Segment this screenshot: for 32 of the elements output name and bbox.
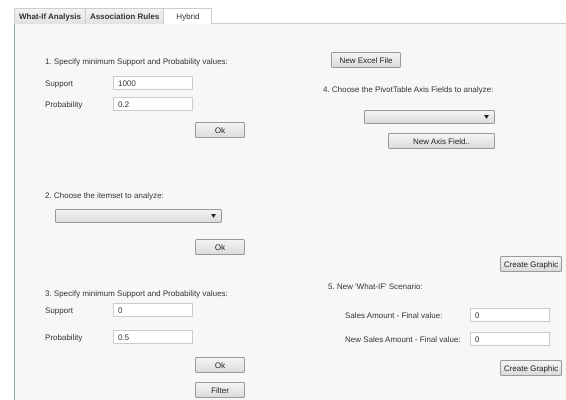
dropdown[interactable] bbox=[55, 209, 222, 223]
ok-button[interactable]: Ok bbox=[195, 239, 245, 255]
input-field[interactable]: 0 bbox=[113, 303, 193, 317]
field-label: Support bbox=[45, 78, 74, 88]
ok-button[interactable]: Ok bbox=[195, 122, 245, 138]
section-heading: 5. New 'What-IF' Scenario: bbox=[327, 282, 424, 291]
section-heading: 2. Choose the itemset to analyze: bbox=[45, 191, 165, 200]
field-label: Support bbox=[45, 306, 74, 314]
field-label: New Sales Amount - Final value: bbox=[345, 334, 462, 344]
input-field[interactable]: 1000 bbox=[113, 76, 193, 90]
tab[interactable]: Association Rules bbox=[84, 8, 164, 24]
tab[interactable]: What-If Analysis bbox=[14, 8, 86, 24]
button[interactable]: Ok bbox=[195, 357, 245, 373]
new-excel-file-button[interactable]: New Excel File bbox=[331, 52, 401, 68]
field-label: Probability bbox=[45, 100, 84, 108]
input-field[interactable]: 0.5 bbox=[113, 330, 193, 344]
section-heading: 3. Specify minimum Support and Probability values: bbox=[45, 289, 229, 298]
field-label: Sales Amount - Final value: bbox=[345, 310, 444, 320]
input-field[interactable]: 0 bbox=[470, 308, 550, 322]
section-heading: 1. Specify minimum Support and Probability values: bbox=[45, 57, 229, 66]
dropdown[interactable] bbox=[364, 110, 495, 124]
tab[interactable]: Hybrid bbox=[163, 8, 212, 24]
input-field[interactable]: 0.2 bbox=[113, 97, 193, 111]
field-label: Probability bbox=[45, 332, 84, 342]
input-field[interactable]: 0 bbox=[470, 332, 550, 346]
create-graphic-button[interactable]: Create Graphic bbox=[500, 256, 562, 272]
caret-icon bbox=[484, 115, 489, 119]
section-heading: 4. Choose the PivotTable Axis Fields to analyze: bbox=[322, 85, 494, 94]
caret-icon bbox=[211, 214, 216, 218]
new-axis-field-button[interactable]: New Axis Field.. bbox=[388, 133, 495, 149]
create-graphic-button[interactable]: Create Graphic bbox=[500, 360, 562, 376]
button[interactable]: Filter bbox=[195, 382, 245, 398]
